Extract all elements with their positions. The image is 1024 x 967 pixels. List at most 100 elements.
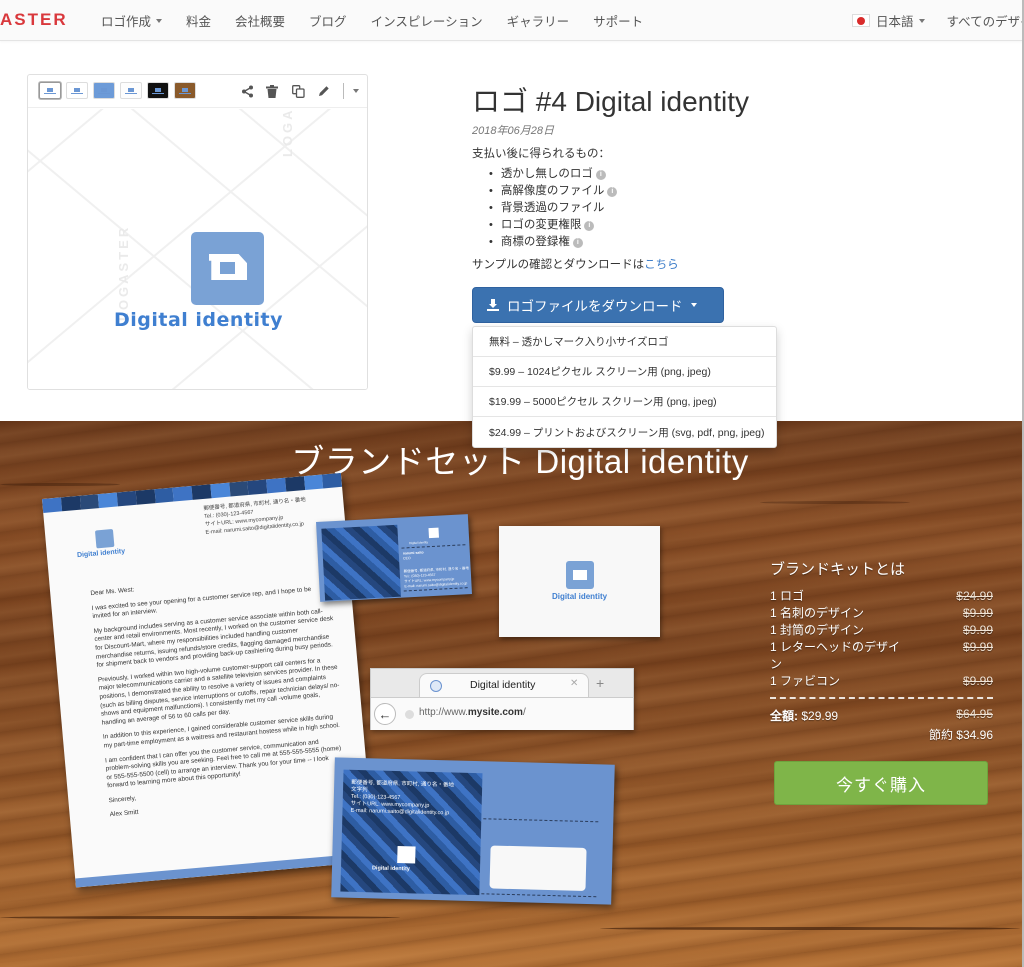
thumbnail-black[interactable] <box>147 82 169 99</box>
browser-tab: Digital identity ✕ <box>419 673 589 697</box>
wood-grain <box>600 927 1020 930</box>
nav-label: ロゴ作成 <box>101 15 152 29</box>
top-navbar: ASTER ロゴ作成 料金 会社概要 ブログ インスピレーション ギャラリー サ… <box>0 0 1024 41</box>
nav-gallery[interactable]: ギャラリー <box>507 11 570 30</box>
kit-item: 1 ロゴ $24.99 <box>770 588 993 605</box>
thumbnail-white-alt[interactable] <box>66 82 88 99</box>
benefit-item: 透かし無しのロゴi <box>489 166 617 183</box>
favicon-icon <box>430 680 442 692</box>
plus-icon: + <box>596 675 605 691</box>
nav-pricing[interactable]: 料金 <box>186 11 211 30</box>
url-domain: mysite.com <box>467 707 523 718</box>
letterhead-body: Dear Ms. West: I was excited to see your… <box>90 569 350 826</box>
letterhead-address: 郵便番号, 都道府県, 市町村, 通り名・番地 Tel.: (030)-123-… <box>203 496 308 537</box>
kit-item-price: $24.99 <box>956 589 993 603</box>
wood-grain <box>760 501 910 504</box>
sample-download-line: サンプルの確認とダウンロードはこちら <box>472 256 679 272</box>
chevron-down-icon <box>690 303 697 307</box>
logo-preview-card: LOGASTER LOGASTER Digital identity <box>27 74 368 390</box>
japan-flag-icon <box>852 14 870 27</box>
buy-now-button[interactable]: 今すぐ購入 <box>774 761 988 805</box>
nav-right: 日本語 すべてのデザイ <box>852 0 1024 41</box>
wood-grain <box>0 483 120 486</box>
info-icon[interactable]: i <box>607 186 618 197</box>
download-icon <box>487 299 499 311</box>
business-card-role: CEO <box>402 556 411 561</box>
download-options-menu: 無料 – 透かしマーク入り小サイズロゴ $9.99 – 1024ピクセル スクリ… <box>472 326 777 448</box>
thumbnail-blue[interactable] <box>93 82 115 99</box>
download-option-5000px[interactable]: $19.99 – 5000ピクセル スクリーン用 (png, jpeg) <box>473 387 776 417</box>
url-prefix: http://www. <box>419 707 468 718</box>
language-selector[interactable]: 日本語 <box>852 11 925 30</box>
download-option-1024px[interactable]: $9.99 – 1024ピクセル スクリーン用 (png, jpeg) <box>473 357 776 387</box>
nav-all-designs[interactable]: すべてのデザイ <box>947 11 1024 30</box>
preview-toolbar <box>28 75 367 108</box>
benefits-list: 透かし無しのロゴi 高解像度のファイルi 背景透過のファイル ロゴの変更権限i … <box>489 166 618 251</box>
nav-label: インスピレーション <box>370 15 483 29</box>
benefit-item: ロゴの変更権限i <box>489 217 617 234</box>
nav-label: 料金 <box>186 15 212 29</box>
watermark-line <box>28 109 352 389</box>
business-card-mockup: Digital identity narumi saito CEO 郵便番号, … <box>316 514 472 602</box>
thumbnail-white[interactable] <box>39 82 61 99</box>
nav-about[interactable]: 会社概要 <box>235 11 285 30</box>
main-nav: ロゴ作成 料金 会社概要 ブログ インスピレーション ギャラリー サポート <box>101 0 667 41</box>
business-card-logo-text: Digital identity <box>409 540 429 546</box>
kit-item-name: 1 レターヘッドのデザイン <box>770 640 901 671</box>
info-icon[interactable]: i <box>595 169 606 180</box>
benefit-item: 商標の登録権i <box>489 234 617 251</box>
nav-inspiration[interactable]: インスピレーション <box>371 11 483 30</box>
url-suffix: / <box>522 707 526 718</box>
business-card-pattern <box>321 524 402 601</box>
nav-create-logo[interactable]: ロゴ作成 <box>101 11 163 30</box>
kit-item-price: $9.99 <box>962 606 993 620</box>
download-option-print[interactable]: $24.99 – プリントおよびスクリーン用 (svg, pdf, png, j… <box>473 417 776 447</box>
kit-item-price: $9.99 <box>962 640 993 654</box>
copy-icon[interactable] <box>290 82 306 100</box>
kit-item: 1 レターヘッドのデザイン $9.99 <box>770 639 993 673</box>
kit-item-name: 1 ファビコン <box>770 674 841 688</box>
site-logo[interactable]: ASTER <box>0 10 68 30</box>
browser-address-bar: ← http://www.mysite.com/ <box>371 697 633 730</box>
logo-letter-d-counter <box>220 262 235 274</box>
thumbnail-wood[interactable] <box>174 82 196 99</box>
product-title: ロゴ #4 Digital identity <box>472 86 750 117</box>
kit-item: 1 名刺のデザイン $9.99 <box>770 605 993 622</box>
thumbnail-light[interactable] <box>120 82 142 99</box>
kit-original-total: $64.95 <box>956 707 993 721</box>
info-icon[interactable]: i <box>572 237 583 248</box>
nav-support[interactable]: サポート <box>593 11 643 30</box>
download-option-free[interactable]: 無料 – 透かしマーク入り小サイズロゴ <box>473 327 776 357</box>
benefit-label: 高解像度のファイル <box>500 185 605 197</box>
share-icon[interactable] <box>239 82 255 100</box>
benefit-label: 透かし無しのロゴ <box>500 168 593 180</box>
browser-tab-bar: Digital identity ✕ + <box>371 669 633 697</box>
nav-label: サポート <box>593 15 644 29</box>
info-icon[interactable]: i <box>584 220 595 231</box>
kit-total: 全額: $29.99 <box>770 707 838 724</box>
sample-link[interactable]: こちら <box>644 259 679 271</box>
business-card-back-mockup: Digital identity <box>499 526 660 637</box>
kit-item: 1 ファビコン $9.99 <box>770 673 993 690</box>
download-logo-button[interactable]: ロゴファイルをダウンロード <box>472 287 724 323</box>
download-button-label: ロゴファイルをダウンロード <box>507 299 683 314</box>
benefits-intro: 支払い後に得られるもの： <box>472 148 610 160</box>
letterhead-logo-text: Digital identity <box>76 547 126 560</box>
brand-kit-panel: ブランドキットとは 1 ロゴ $24.99 1 名刺のデザイン $9.99 1 封筒… <box>770 558 993 743</box>
browser-tab-title: Digital identity <box>470 679 536 691</box>
product-date: 2018年06月28日 <box>472 125 554 137</box>
brand-set-section: ブランドセット Digital identity Digital identit… <box>0 421 1024 967</box>
nav-blog[interactable]: ブログ <box>309 11 347 30</box>
envelope-address: 郵便番号, 都道府県, 市町村, 通り名・番地 文字列 Tel.: (030)-… <box>350 780 454 818</box>
benefit-label: ロゴの変更権限 <box>500 219 582 231</box>
back-arrow-icon: ← <box>374 703 396 725</box>
trash-icon[interactable] <box>264 82 280 100</box>
business-card-logo <box>428 527 439 539</box>
more-options-dropdown[interactable] <box>348 82 364 100</box>
nav-label: ブログ <box>309 15 347 29</box>
pencil-icon[interactable] <box>316 82 332 100</box>
globe-icon <box>405 710 414 719</box>
chevron-down-icon <box>353 89 359 93</box>
benefit-label: 商標の登録権 <box>500 236 570 248</box>
favicon-browser-mockup: Digital identity ✕ + ← http://www.mysite… <box>370 668 634 730</box>
